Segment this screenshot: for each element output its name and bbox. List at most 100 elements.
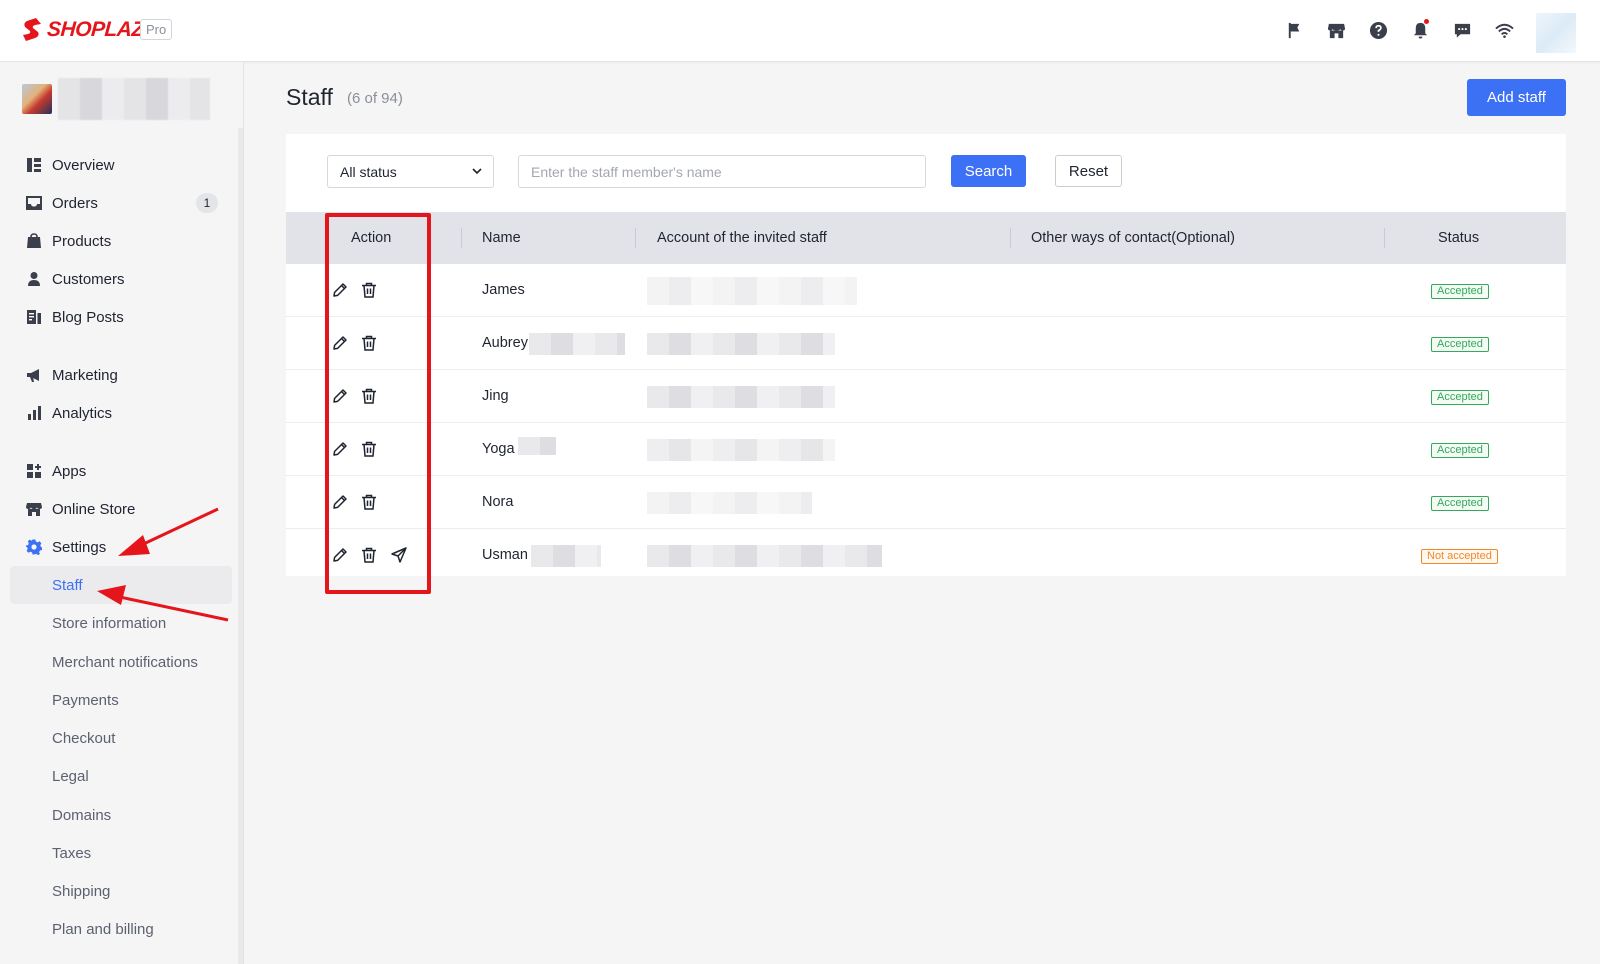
sidebar-item-label: Products [52, 232, 112, 250]
status-badge: Accepted [1431, 284, 1489, 299]
table-header: Action Name Account of the invited staff… [286, 212, 1566, 264]
column-header-status: Status [1438, 230, 1480, 246]
settings-sub-domains[interactable]: Domains [10, 796, 232, 834]
account-redacted [647, 386, 835, 408]
sidebar-item-marketing[interactable]: Marketing [10, 356, 232, 394]
staff-name: Jing [482, 388, 509, 404]
gear-icon [25, 539, 42, 556]
table-row: Nora Accepted [286, 476, 1566, 529]
sidebar-item-orders[interactable]: Orders 1 [10, 184, 232, 222]
status-badge: Not accepted [1421, 549, 1498, 564]
orders-icon [25, 195, 42, 212]
table-row: James Accepted [286, 264, 1566, 317]
settings-sub-shipping[interactable]: Shipping [10, 872, 232, 910]
name-redacted [518, 437, 556, 455]
status-filter-select[interactable]: All status [327, 155, 494, 188]
sidebar-item-products[interactable]: Products [10, 222, 232, 260]
store-icon [25, 501, 42, 518]
trash-icon[interactable] [360, 334, 378, 352]
edit-icon[interactable] [331, 493, 349, 511]
staff-card: All status Search Reset Action Name Acco… [286, 134, 1566, 576]
column-divider[interactable] [1384, 228, 1385, 248]
settings-sub-legal[interactable]: Legal [10, 757, 232, 795]
overview-icon [25, 157, 42, 174]
flag-icon[interactable] [1282, 17, 1306, 43]
edit-icon[interactable] [331, 387, 349, 405]
staff-search-input[interactable] [518, 155, 926, 188]
sidebar-item-blog-posts[interactable]: Blog Posts [10, 298, 232, 336]
sidebar-item-online-store[interactable]: Online Store [10, 490, 232, 528]
settings-sub-plan-and-billing[interactable]: Plan and billing [10, 910, 232, 948]
help-icon[interactable] [1366, 17, 1390, 43]
status-filter-value: All status [340, 163, 397, 180]
status-badge: Accepted [1431, 390, 1489, 405]
add-staff-button[interactable]: Add staff [1467, 79, 1566, 116]
settings-sub-merchant-notifications[interactable]: Merchant notifications [10, 643, 232, 681]
shoplazza-logo-icon [23, 18, 41, 41]
table-row: Aubrey Accepted [286, 317, 1566, 370]
sidebar-item-label: Blog Posts [52, 308, 124, 326]
chevron-down-icon [472, 168, 482, 175]
sidebar-item-overview[interactable]: Overview [10, 146, 232, 184]
staff-name: Aubrey [482, 335, 528, 351]
sidebar-item-label: Analytics [52, 404, 113, 422]
sidebar-item-label: Orders [52, 194, 98, 212]
trash-icon[interactable] [360, 440, 378, 458]
sidebar-item-settings[interactable]: Settings [10, 528, 232, 566]
account-redacted [647, 439, 835, 461]
main-content: Staff (6 of 94) Add staff All status Sea… [245, 62, 1600, 964]
account-redacted [647, 333, 835, 355]
column-header-contact: Other ways of contact(Optional) [1031, 230, 1235, 246]
trash-icon[interactable] [360, 387, 378, 405]
chat-icon[interactable] [1450, 17, 1474, 43]
settings-sub-taxes[interactable]: Taxes [10, 834, 232, 872]
analytics-icon [25, 405, 42, 422]
edit-icon[interactable] [331, 334, 349, 352]
user-avatar[interactable] [1536, 13, 1576, 53]
edit-icon[interactable] [331, 440, 349, 458]
trash-icon[interactable] [360, 281, 378, 299]
sidebar-scrollbar[interactable] [238, 128, 243, 964]
table-row: Yoga Accepted [286, 423, 1566, 476]
status-badge: Accepted [1431, 337, 1489, 352]
store-name-redacted [58, 78, 210, 120]
column-divider[interactable] [1010, 228, 1011, 248]
products-icon [25, 233, 42, 250]
column-header-account: Account of the invited staff [657, 230, 827, 246]
sidebar-item-analytics[interactable]: Analytics [10, 394, 232, 432]
search-button[interactable]: Search [951, 155, 1026, 187]
edit-icon[interactable] [331, 546, 349, 564]
reset-button[interactable]: Reset [1055, 155, 1122, 187]
settings-sub-checkout[interactable]: Checkout [10, 719, 232, 757]
table-row: Usman Not accepted [286, 529, 1566, 582]
plan-badge: Pro [140, 19, 173, 40]
column-divider[interactable] [635, 228, 636, 248]
bell-icon[interactable] [1408, 17, 1432, 43]
sidebar-item-label: Online Store [52, 500, 136, 518]
sidebar-item-customers[interactable]: Customers [10, 260, 232, 298]
store-switcher[interactable] [22, 78, 210, 120]
staff-name: Usman [482, 547, 528, 563]
settings-sub-staff[interactable]: Staff [10, 566, 232, 604]
column-header-action: Action [351, 230, 392, 246]
settings-sub-store-information[interactable]: Store information [10, 604, 232, 642]
sidebar-item-label: Customers [52, 270, 125, 288]
sidebar: Overview Orders 1 Products Customers Blo… [0, 62, 244, 964]
settings-sub-payments[interactable]: Payments [10, 681, 232, 719]
column-divider[interactable] [461, 228, 462, 248]
store-icon[interactable] [1324, 17, 1348, 43]
status-badge: Accepted [1431, 443, 1489, 458]
trash-icon[interactable] [360, 493, 378, 511]
wifi-icon[interactable] [1492, 17, 1516, 43]
page-title: Staff [286, 84, 333, 110]
send-invite-icon[interactable] [390, 546, 408, 564]
apps-icon [25, 463, 42, 480]
sidebar-item-apps[interactable]: Apps [10, 452, 232, 490]
staff-name: Yoga [482, 441, 515, 457]
sidebar-item-label: Marketing [52, 366, 118, 384]
trash-icon[interactable] [360, 546, 378, 564]
orders-count-badge: 1 [196, 193, 218, 213]
account-redacted [647, 492, 812, 514]
edit-icon[interactable] [331, 281, 349, 299]
name-redacted [529, 333, 625, 355]
